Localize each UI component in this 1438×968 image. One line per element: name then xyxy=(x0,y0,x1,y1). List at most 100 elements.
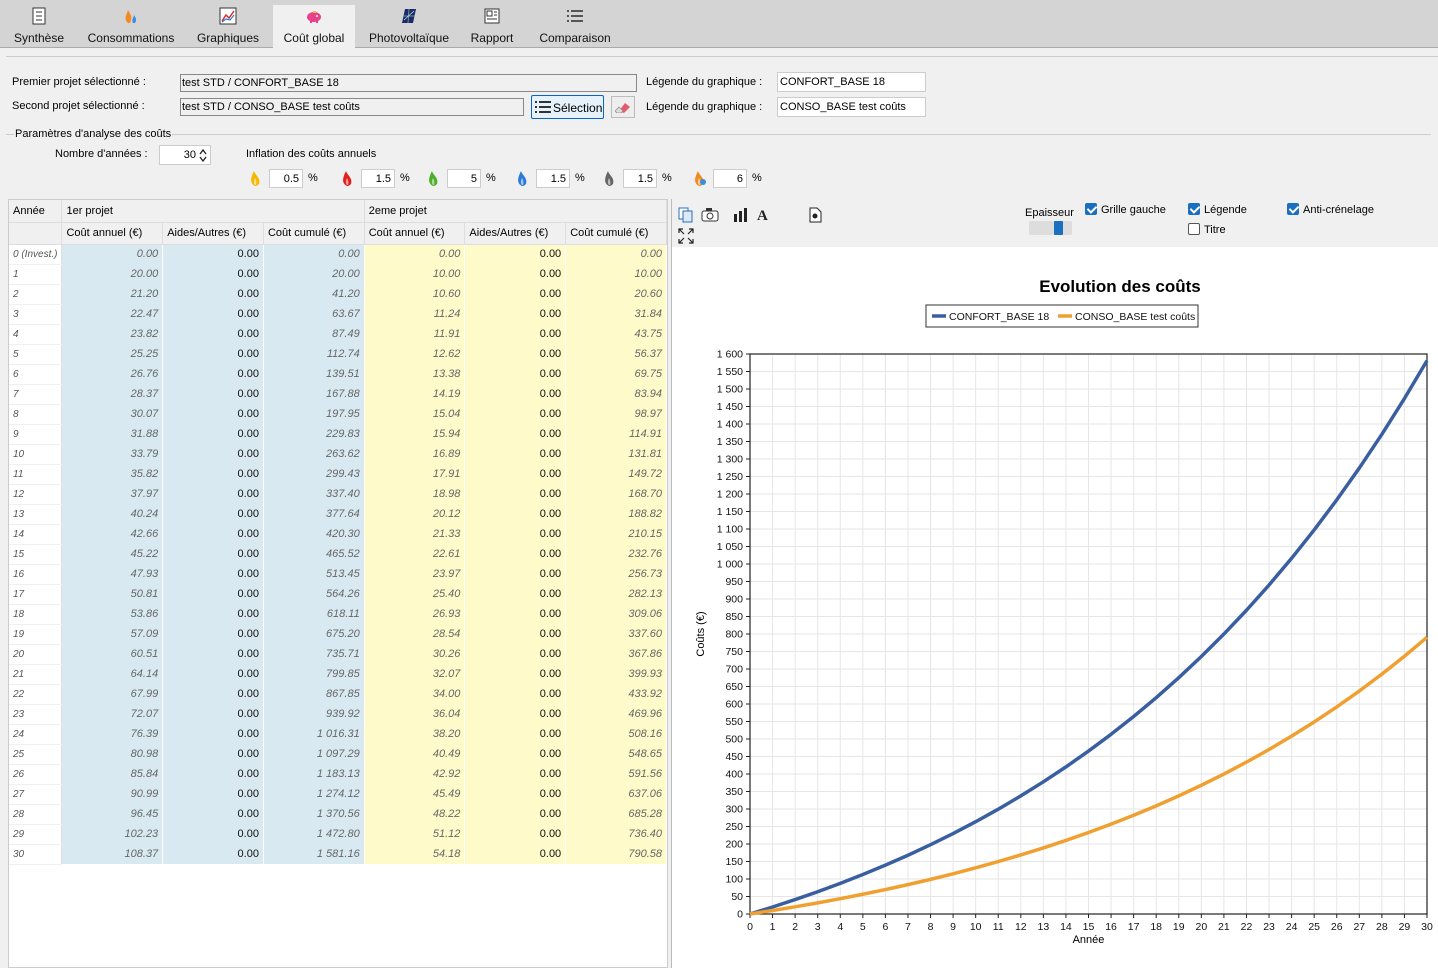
antialias-checkbox[interactable]: Anti-crénelage xyxy=(1287,203,1374,216)
year-header[interactable]: Année xyxy=(9,200,63,223)
value-cell: 229.83 xyxy=(263,424,365,444)
value-cell: 139.51 xyxy=(263,364,365,384)
value-cell: 12.62 xyxy=(364,344,466,364)
title-check[interactable] xyxy=(1188,223,1200,235)
camera-icon[interactable] xyxy=(701,207,719,223)
table-row: 10 33.79 0.00 263.62 16.89 0.00 131.81 xyxy=(9,444,667,465)
x-tick-label: 6 xyxy=(882,921,888,933)
value-cell: 0.00 xyxy=(464,784,567,804)
legend-check[interactable] xyxy=(1188,203,1200,215)
value-cell: 42.66 xyxy=(61,524,164,544)
tab-photovolta-que[interactable]: Photovoltaïque xyxy=(359,5,459,48)
table-row: 29 102.23 0.00 1 472.80 51.12 0.00 736.40 xyxy=(9,824,667,845)
first-project-field[interactable]: test STD / CONFORT_BASE 18 xyxy=(180,74,637,92)
tab-graphiques[interactable]: Graphiques xyxy=(188,5,268,48)
project2-header-spacer2 xyxy=(565,200,667,223)
grid-left-label: Grille gauche xyxy=(1101,204,1166,216)
column-header[interactable]: Aides/Autres (€) xyxy=(464,222,567,245)
value-cell: 98.97 xyxy=(565,404,667,424)
y-tick-label: 750 xyxy=(725,646,743,658)
chart-legend-input-2[interactable]: CONSO_BASE test coûts xyxy=(777,97,926,117)
copy-icon[interactable] xyxy=(678,207,694,223)
year-cell: 0 (Invest.) xyxy=(9,244,63,265)
flame-orange-blue-icon xyxy=(695,171,706,186)
x-tick-label: 26 xyxy=(1331,921,1343,933)
inflation-input[interactable]: 5 xyxy=(447,169,481,188)
chart-legend-input-1[interactable]: CONFORT_BASE 18 xyxy=(777,72,926,92)
title-checkbox[interactable]: Titre xyxy=(1188,223,1226,236)
tab-rapport[interactable]: Rapport xyxy=(464,5,520,48)
second-project-field[interactable]: test STD / CONSO_BASE test coûts xyxy=(180,98,524,116)
thickness-slider-handle[interactable] xyxy=(1054,221,1063,235)
piggy-bank-icon xyxy=(307,11,321,23)
value-cell: 69.75 xyxy=(565,364,667,384)
y-tick-label: 1 550 xyxy=(717,366,743,378)
tab-consommations[interactable]: Consommations xyxy=(78,5,184,48)
fullscreen-icon[interactable] xyxy=(678,228,694,244)
value-cell: 0.00 xyxy=(464,364,567,384)
year-cell: 17 xyxy=(9,584,63,605)
table-row: 2 21.20 0.00 41.20 10.60 0.00 20.60 xyxy=(9,284,667,305)
value-cell: 0.00 xyxy=(464,304,567,324)
y-tick-label: 600 xyxy=(725,699,743,711)
value-cell: 0.00 xyxy=(162,284,264,304)
tab-co-t-global[interactable]: Coût global xyxy=(273,5,355,48)
value-cell: 45.49 xyxy=(364,784,466,804)
column-header[interactable]: Coût cumulé (€) xyxy=(263,222,365,245)
table-row: 28 96.45 0.00 1 370.56 48.22 0.00 685.28 xyxy=(9,804,667,825)
value-cell: 167.88 xyxy=(263,384,365,404)
value-cell: 0.00 xyxy=(162,524,264,544)
inflation-input[interactable]: 6 xyxy=(713,169,747,188)
value-cell: 50.81 xyxy=(61,584,164,604)
x-axis-label: Année xyxy=(1073,934,1105,946)
legend-checkbox[interactable]: Légende xyxy=(1188,203,1247,216)
value-cell: 0.00 xyxy=(162,424,264,444)
value-cell: 0.00 xyxy=(464,764,567,784)
inflation-input[interactable]: 1.5 xyxy=(623,169,657,188)
export-icon[interactable] xyxy=(808,207,822,223)
thickness-slider[interactable] xyxy=(1029,221,1072,235)
year-cell: 9 xyxy=(9,424,63,445)
font-icon[interactable]: A xyxy=(756,207,770,223)
antialias-check[interactable] xyxy=(1287,203,1299,215)
value-cell: 0.00 xyxy=(162,404,264,424)
value-cell: 0.00 xyxy=(565,244,667,264)
inflation-input[interactable]: 0.5 xyxy=(269,169,303,188)
value-cell: 1 370.56 xyxy=(263,804,365,824)
year-cell: 6 xyxy=(9,364,63,385)
value-cell: 168.70 xyxy=(565,484,667,504)
tab-label: Consommations xyxy=(87,31,175,45)
column-header[interactable]: Coût cumulé (€) xyxy=(565,222,667,245)
table-row: 7 28.37 0.00 167.88 14.19 0.00 83.94 xyxy=(9,384,667,405)
chart-settings-icon[interactable] xyxy=(733,207,749,223)
y-tick-label: 200 xyxy=(725,839,743,851)
table-row: 24 76.39 0.00 1 016.31 38.20 0.00 508.16 xyxy=(9,724,667,745)
clear-button[interactable] xyxy=(611,96,635,118)
y-tick-label: 950 xyxy=(725,576,743,588)
y-tick-label: 450 xyxy=(725,751,743,763)
grid-left-check[interactable] xyxy=(1085,203,1097,215)
tab-synth-se[interactable]: Synthèse xyxy=(6,5,72,48)
value-cell: 15.04 xyxy=(364,404,466,424)
value-cell: 30.07 xyxy=(61,404,164,424)
y-tick-label: 1 000 xyxy=(717,559,743,571)
project1-header-spacer2 xyxy=(263,200,365,223)
years-spinner[interactable]: 30 xyxy=(159,145,211,165)
chart-legend-label-2: Légende du graphique : xyxy=(646,101,763,113)
column-header[interactable]: Aides/Autres (€) xyxy=(162,222,264,245)
inflation-input[interactable]: 1.5 xyxy=(361,169,395,188)
column-header[interactable]: Coût annuel (€) xyxy=(364,222,466,245)
table-row: 13 40.24 0.00 377.64 20.12 0.00 188.82 xyxy=(9,504,667,525)
column-header[interactable]: Coût annuel (€) xyxy=(61,222,164,245)
value-cell: 112.74 xyxy=(263,344,365,364)
selection-button[interactable]: Sélection xyxy=(531,95,604,119)
value-cell: 0.00 xyxy=(464,504,567,524)
value-cell: 591.56 xyxy=(565,764,667,784)
table-row: 30 108.37 0.00 1 581.16 54.18 0.00 790.58 xyxy=(9,844,667,865)
inflation-input[interactable]: 1.5 xyxy=(536,169,570,188)
grid-left-checkbox[interactable]: Grille gauche xyxy=(1085,203,1166,216)
value-cell: 102.23 xyxy=(61,824,164,844)
tab-comparaison[interactable]: Comparaison xyxy=(528,5,622,48)
chart-icon xyxy=(219,7,237,25)
x-tick-label: 27 xyxy=(1353,921,1365,933)
